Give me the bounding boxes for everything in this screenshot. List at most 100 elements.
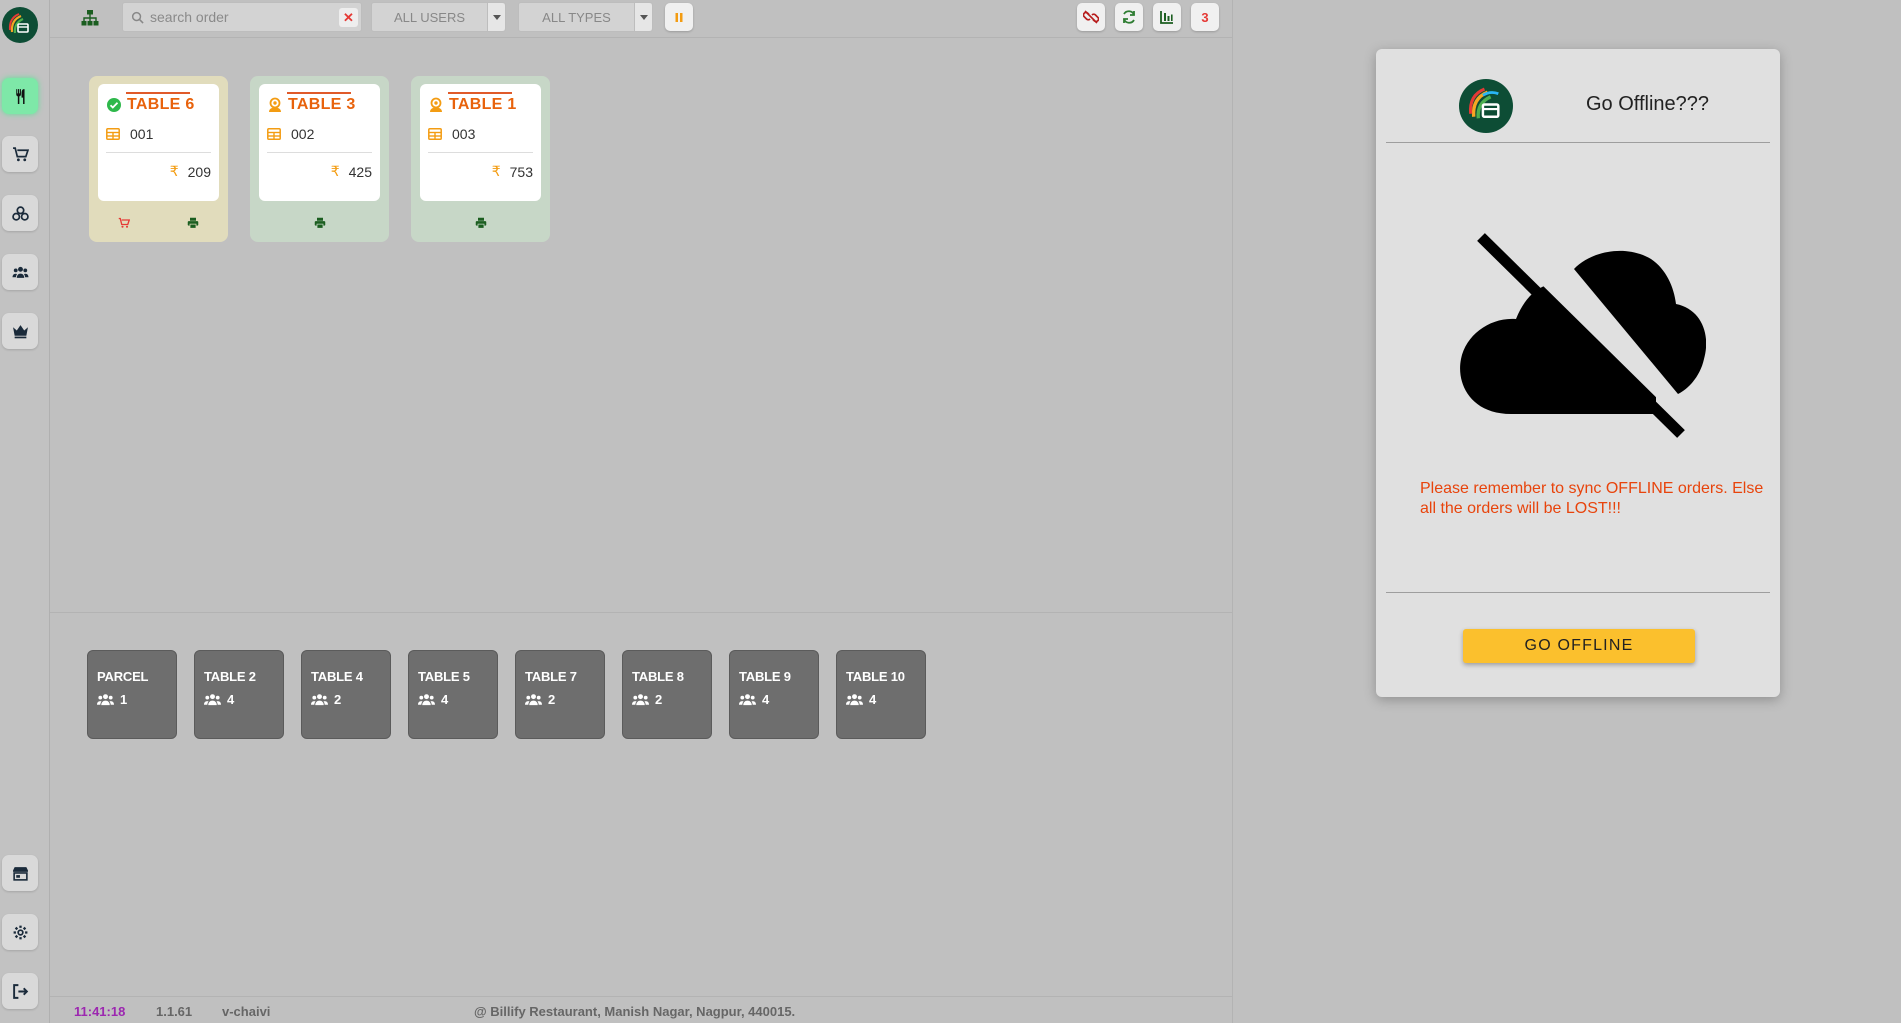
order-amount: 753: [509, 163, 533, 180]
store-icon: [12, 866, 28, 881]
table-name: TABLE 6: [127, 96, 195, 113]
free-table-card[interactable]: TABLE 5 4: [408, 650, 498, 739]
table-name: TABLE 7: [525, 669, 577, 684]
table-grid-icon: [267, 128, 281, 140]
occupied-table-card[interactable]: TABLE 6 001 ₹ 209: [89, 76, 228, 242]
users-icon: [525, 694, 542, 706]
cloud-offline-icon: [1460, 231, 1706, 438]
free-table-card[interactable]: TABLE 4 2: [301, 650, 391, 739]
print-icon[interactable]: [187, 217, 199, 229]
rupee-icon: ₹: [491, 163, 501, 179]
types-select[interactable]: ALL TYPES: [518, 2, 653, 32]
print-icon[interactable]: [475, 217, 487, 229]
go-offline-button[interactable]: GO OFFLINE: [1463, 629, 1695, 663]
bar-chart-icon: [1160, 11, 1173, 24]
footer-divider: [50, 996, 1232, 997]
sidebar-logout-button[interactable]: [2, 973, 38, 1009]
search-input[interactable]: [150, 9, 330, 25]
seat-count: 4: [762, 692, 770, 707]
sidebar-settings-button[interactable]: [2, 914, 38, 950]
users-icon: [846, 694, 863, 706]
search-icon: [131, 11, 144, 24]
chevron-down-icon: [487, 3, 505, 31]
go-offline-dialog: Go Offline??? Please remember to sync OF…: [1376, 49, 1780, 697]
order-number: 003: [452, 126, 476, 142]
sidebar-store-button[interactable]: [2, 855, 38, 891]
seat-count: 4: [441, 692, 449, 707]
occupied-table-card[interactable]: TABLE 1 003 ₹ 753: [411, 76, 550, 242]
seat-count: 2: [655, 692, 663, 707]
table-name: TABLE 9: [739, 669, 791, 684]
order-amount: 209: [187, 163, 211, 180]
sidebar-delivery-button[interactable]: [2, 195, 38, 231]
users-icon: [97, 694, 114, 706]
seat-count: 1: [120, 692, 128, 707]
print-icon[interactable]: [314, 217, 326, 229]
sidebar-cart-button[interactable]: [2, 136, 38, 172]
table-name: TABLE 1: [449, 96, 517, 113]
users-select-value: ALL USERS: [393, 9, 466, 25]
users-icon: [311, 694, 328, 706]
notification-count-button[interactable]: 3: [1191, 3, 1219, 31]
rupee-icon: ₹: [169, 163, 179, 179]
seat-count: 2: [334, 692, 342, 707]
table-name: TABLE 2: [204, 669, 256, 684]
sidebar-customers-button[interactable]: [2, 254, 38, 290]
rupee-icon: ₹: [330, 163, 340, 179]
occupied-table-card[interactable]: TABLE 3 002 ₹ 425: [250, 76, 389, 242]
free-table-card[interactable]: TABLE 2 4: [194, 650, 284, 739]
pause-icon: [675, 12, 683, 22]
dine-in-icon: [15, 88, 25, 104]
logout-icon: [12, 983, 28, 999]
table-name: PARCEL: [97, 669, 149, 684]
crown-icon: [12, 324, 28, 338]
clock: 11:41:18: [74, 1004, 126, 1019]
users-icon: [739, 694, 756, 706]
users-select[interactable]: ALL USERS: [371, 2, 506, 32]
section-divider: [50, 612, 1232, 613]
search-box: ✕: [122, 2, 362, 32]
table-name: TABLE 8: [632, 669, 684, 684]
users-icon: [12, 266, 28, 278]
top-bar: ✕ ALL USERS ALL TYPES 3: [50, 0, 1232, 38]
users-icon: [632, 694, 649, 706]
dialog-title: Go Offline???: [1586, 93, 1710, 115]
report-button[interactable]: [1153, 3, 1181, 31]
order-summary: TABLE 6 001 ₹ 209: [98, 84, 219, 201]
bikes-icon: [11, 205, 29, 221]
sidebar-premium-button[interactable]: [2, 313, 38, 349]
unlink-icon: [1083, 10, 1099, 24]
waiter-icon: [269, 97, 281, 112]
free-table-card[interactable]: TABLE 7 2: [515, 650, 605, 739]
refresh-button[interactable]: [1115, 3, 1143, 31]
pause-button[interactable]: [665, 3, 693, 31]
sidebar: [0, 0, 50, 1023]
types-select-value: ALL TYPES: [542, 9, 611, 25]
order-number: 001: [130, 126, 154, 142]
free-table-card[interactable]: TABLE 10 4: [836, 650, 926, 739]
order-summary: TABLE 3 002 ₹ 425: [259, 84, 380, 201]
cart-icon[interactable]: [118, 217, 130, 229]
order-summary: TABLE 1 003 ₹ 753: [420, 84, 541, 201]
users-icon: [418, 694, 435, 706]
seat-count: 2: [548, 692, 556, 707]
offline-warning: Please remember to sync OFFLINE orders. …: [1420, 480, 1764, 517]
table-grid-icon: [106, 128, 120, 140]
clear-search-button[interactable]: ✕: [339, 8, 358, 27]
sidebar-dine-in-button[interactable]: [2, 78, 38, 114]
users-icon: [204, 694, 221, 706]
free-table-card[interactable]: PARCEL 1: [87, 650, 177, 739]
app-logo: [2, 7, 38, 43]
seat-count: 4: [869, 692, 877, 707]
app-version: 1.1.61: [156, 1004, 193, 1019]
refresh-icon: [1123, 10, 1135, 24]
cart-icon: [12, 146, 29, 161]
free-table-card[interactable]: TABLE 8 2: [622, 650, 712, 739]
gear-icon: [13, 925, 27, 939]
sitemap-icon[interactable]: [80, 8, 100, 28]
order-number: 002: [291, 126, 315, 142]
unlink-button[interactable]: [1077, 3, 1105, 31]
username: v-chaivi: [222, 1004, 271, 1019]
table-name: TABLE 10: [846, 669, 905, 684]
free-table-card[interactable]: TABLE 9 4: [729, 650, 819, 739]
